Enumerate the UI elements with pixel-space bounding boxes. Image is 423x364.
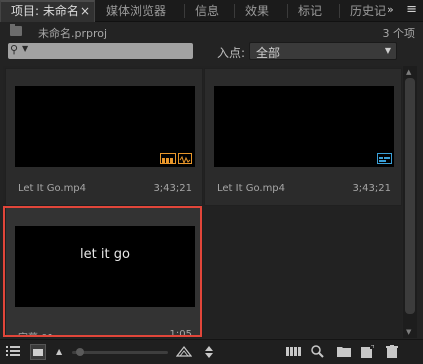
zoom-out-icon[interactable]: ▲ (56, 345, 62, 359)
tab-history[interactable]: 历史记 (340, 0, 386, 22)
vertical-scrollbar[interactable]: ▲ ▼ (403, 66, 417, 338)
in-point-value: 全部 (256, 46, 281, 60)
bottom-toolbar: ▲ (0, 339, 423, 364)
tab-info-label: 信息 (195, 4, 220, 18)
in-point-label: 入点: (217, 46, 246, 60)
tab-markers-label: 标记 (298, 4, 323, 18)
zoom-in-icon[interactable] (175, 345, 193, 359)
tab-effects[interactable]: 效果 (235, 0, 286, 22)
trash-icon[interactable] (386, 345, 398, 359)
project-items-grid: Let It Go.mp4 3;43;21 Let It Go.mp4 3;43… (3, 66, 402, 338)
scroll-up-icon[interactable]: ▲ (406, 68, 411, 76)
project-header: 未命名.prproj 3 个项 (0, 22, 423, 42)
icon-view-icon[interactable] (30, 344, 46, 360)
tab-history-label: 历史记 (350, 4, 386, 18)
tab-info[interactable]: 信息 (185, 0, 233, 22)
scroll-down-icon[interactable]: ▼ (406, 328, 411, 336)
new-item-icon[interactable] (361, 344, 375, 359)
list-view-icon[interactable] (6, 345, 20, 359)
folder-icon (10, 24, 22, 36)
clip-name: 字幕 01 (18, 329, 54, 337)
item-count: 3 个项 (382, 27, 416, 40)
tab-markers[interactable]: 标记 (288, 0, 339, 22)
clip-name: Let It Go.mp4 (217, 183, 286, 194)
zoom-slider-handle[interactable] (76, 348, 84, 356)
magnifier-icon[interactable]: ⚲ (10, 43, 18, 56)
new-bin-icon[interactable] (337, 345, 351, 359)
tab-media-browser-label: 媒体浏览器 (106, 4, 167, 18)
clip-duration: 3;43;21 (153, 183, 192, 194)
tab-media-browser[interactable]: 媒体浏览器 (96, 0, 184, 22)
tab-project[interactable]: 项目: 未命名 × (0, 0, 95, 22)
audio-video-icon (160, 153, 176, 164)
project-name: 未命名.prproj (38, 27, 108, 40)
tab-effects-label: 效果 (245, 4, 270, 18)
search-input[interactable]: ⚲ ▼ (8, 43, 193, 59)
clip-name: Let It Go.mp4 (18, 183, 87, 194)
project-item[interactable]: Let It Go.mp4 3;43;21 (5, 68, 203, 206)
zoom-slider[interactable] (72, 351, 168, 354)
sequence-icon (377, 153, 392, 164)
close-icon[interactable]: × (80, 2, 90, 21)
chevron-down-icon: ▼ (384, 46, 391, 55)
project-item-selected[interactable]: let it go 字幕 01 1;05 (5, 207, 203, 338)
clip-thumbnail[interactable] (214, 86, 394, 167)
clip-thumbnail[interactable]: let it go (15, 226, 195, 307)
clip-thumbnail[interactable] (15, 86, 195, 167)
audio-waveform-icon (178, 153, 192, 165)
clip-duration: 1;05 (169, 329, 192, 338)
automate-to-sequence-icon[interactable] (286, 345, 302, 359)
project-item[interactable]: Let It Go.mp4 3;43;21 (204, 68, 402, 206)
find-icon[interactable] (311, 345, 324, 359)
in-point-select[interactable]: 全部 ▼ (249, 42, 397, 60)
tab-overflow-icon[interactable]: » (387, 3, 394, 16)
scrollbar-thumb[interactable] (405, 78, 415, 314)
panel-tab-bar: 项目: 未命名 × 媒体浏览器 信息 效果 标记 历史记 » ≡ (0, 0, 423, 22)
search-dropdown-icon[interactable]: ▼ (22, 44, 28, 53)
title-preview-text: let it go (80, 247, 130, 262)
clip-duration: 3;43;21 (352, 183, 391, 194)
sort-icon[interactable] (204, 345, 214, 359)
tab-project-label: 项目: 未命名 (11, 4, 79, 18)
panel-menu-icon[interactable]: ≡ (406, 2, 417, 17)
